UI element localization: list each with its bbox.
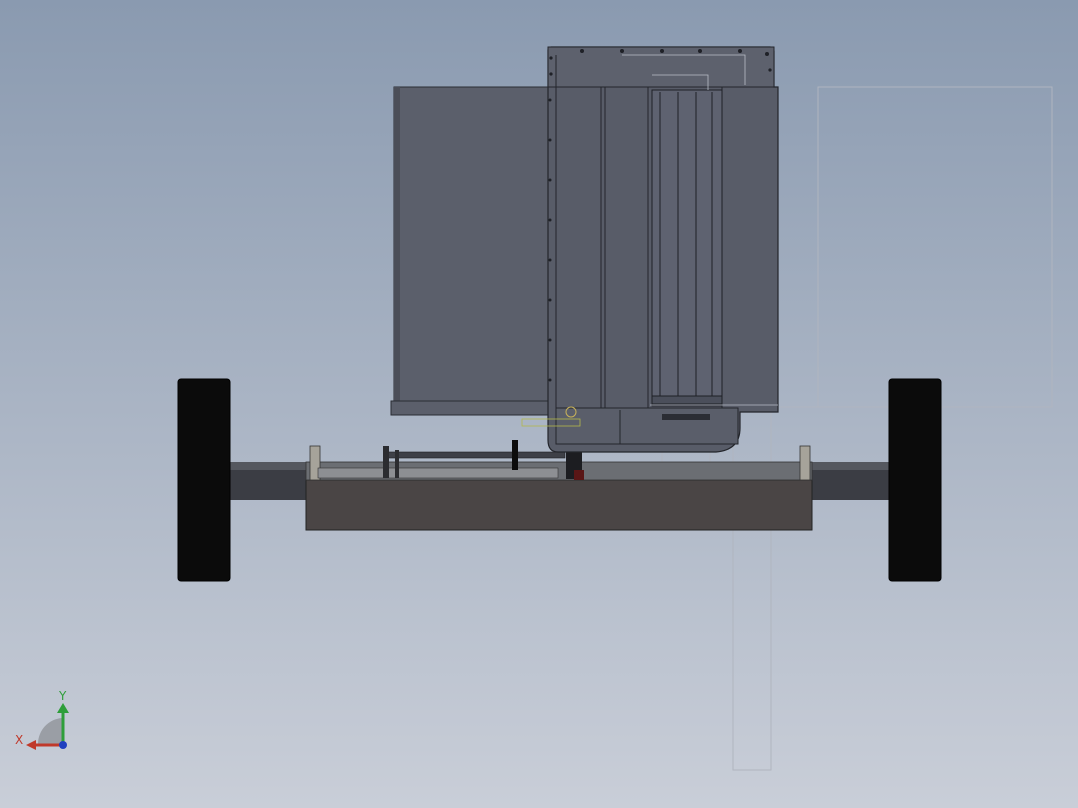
wheel-left[interactable] — [177, 378, 231, 582]
triad-quadrant — [37, 718, 62, 744]
guide-rod — [317, 467, 559, 479]
x-axis-label: X — [15, 733, 23, 747]
left-panel-edge — [394, 87, 400, 403]
axle-left-highlight — [230, 462, 310, 470]
lower-block — [555, 407, 739, 445]
lead-screw — [384, 451, 566, 459]
lower-slot — [662, 414, 710, 420]
base-frame[interactable] — [305, 445, 813, 531]
bearing-block — [395, 450, 399, 478]
left-panel-foot — [390, 400, 552, 416]
view-triad: Y X — [15, 689, 69, 750]
base-end-bracket-right — [799, 445, 811, 481]
mount-bolt — [574, 470, 584, 480]
nut-flange — [512, 440, 518, 470]
coupling — [383, 446, 389, 478]
left-side-panel[interactable] — [393, 86, 549, 404]
base-plate[interactable] — [305, 479, 813, 531]
graphics-viewport[interactable]: Y X — [0, 0, 1078, 808]
wheel-right[interactable] — [888, 378, 942, 582]
x-axis-arrowhead — [26, 740, 36, 750]
slot-bottom-stop — [651, 395, 723, 405]
top-flange — [547, 46, 775, 88]
cad-model-view[interactable]: Y X — [0, 0, 1078, 808]
lead-screw-assembly[interactable] — [317, 440, 584, 480]
main-housing[interactable] — [390, 46, 779, 453]
axle-right-highlight — [810, 462, 892, 470]
z-axis-dot — [59, 741, 67, 749]
sketch-rectangle-right — [817, 86, 1053, 408]
y-axis-label: Y — [58, 689, 67, 703]
y-axis-arrowhead — [57, 703, 69, 713]
